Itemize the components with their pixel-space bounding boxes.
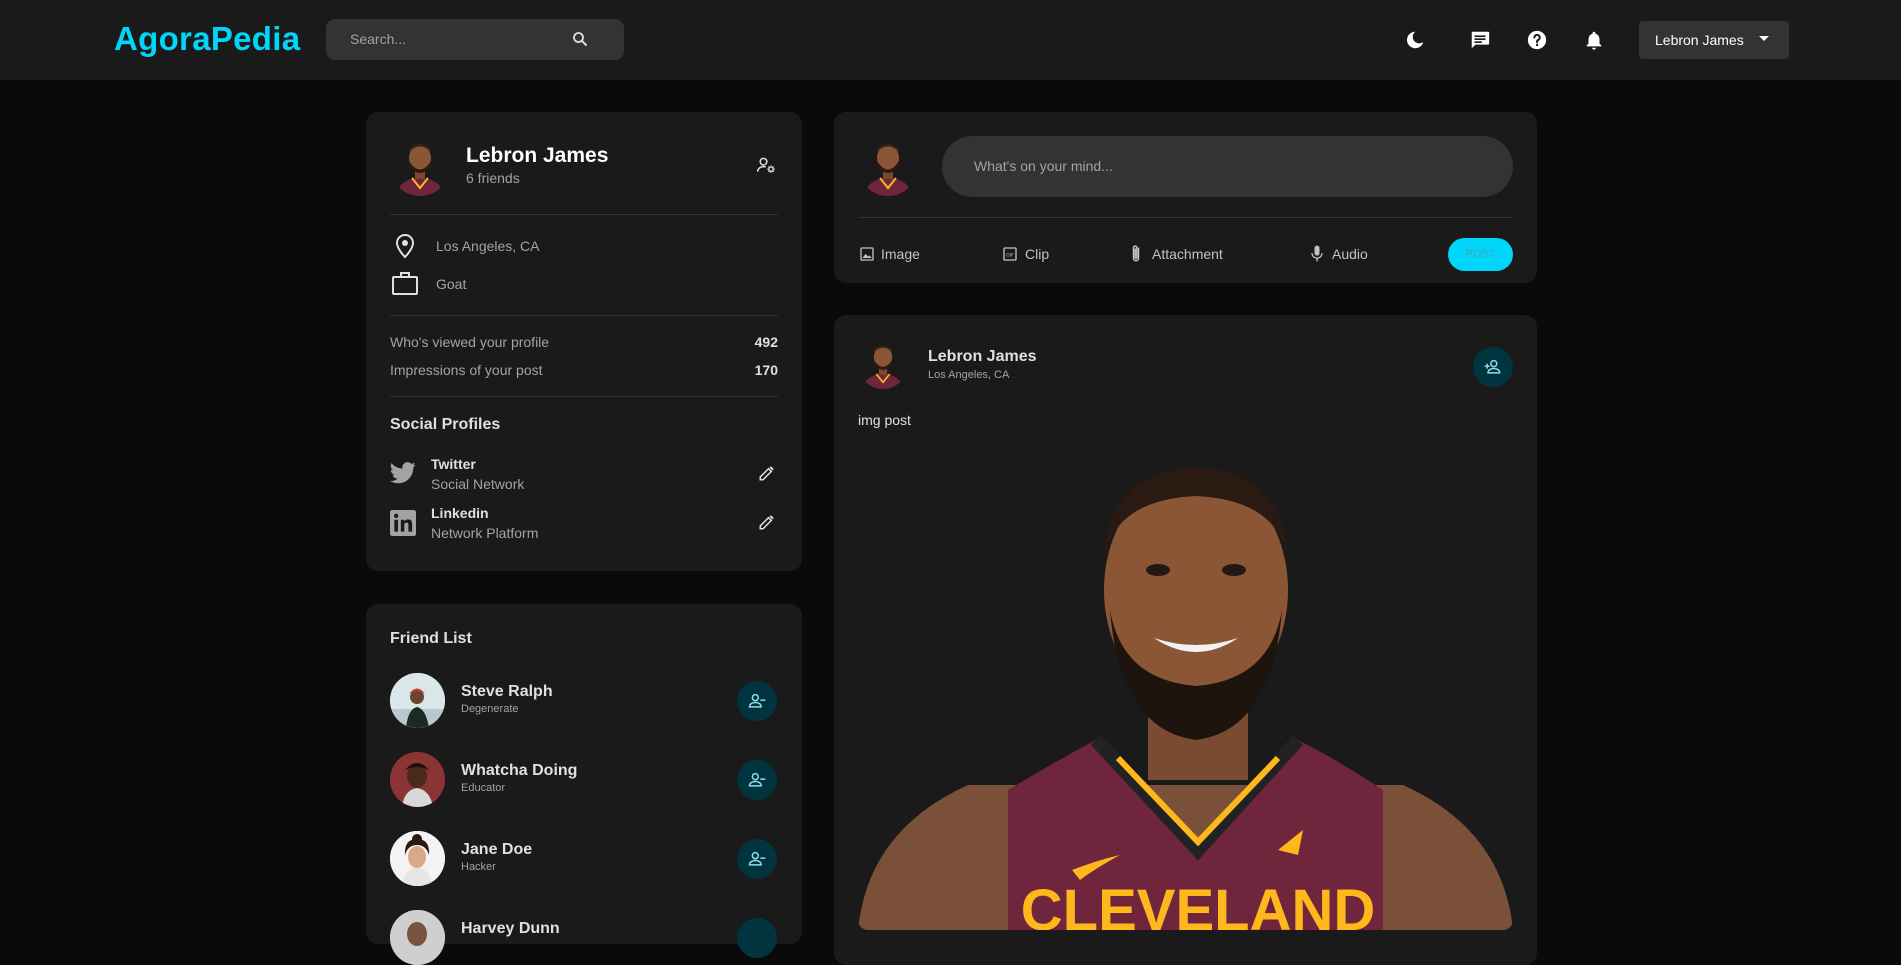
clip-option[interactable]: Clip: [1025, 246, 1049, 262]
profile-avatar[interactable]: [390, 136, 450, 196]
remove-friend-button[interactable]: [737, 681, 777, 721]
person-remove-icon: [748, 851, 766, 866]
impressions-value: 170: [754, 362, 778, 378]
friend-avatar[interactable]: [390, 910, 445, 965]
image-icon[interactable]: [859, 246, 875, 262]
divider: [390, 315, 778, 316]
post-button[interactable]: POST: [1448, 238, 1513, 271]
message-icon[interactable]: [1469, 29, 1491, 51]
attachment-icon[interactable]: [1129, 244, 1143, 264]
social-name-linkedin[interactable]: Linkedin: [431, 505, 489, 521]
friend-avatar[interactable]: [390, 673, 445, 728]
image-option[interactable]: Image: [881, 246, 920, 262]
friend-list-card: Friend List Steve Ralph Degenerate Whatc…: [366, 604, 802, 965]
post-text: img post: [858, 412, 911, 428]
remove-friend-button[interactable]: [737, 760, 777, 800]
friend-role: Degenerate: [461, 703, 519, 715]
divider: [390, 396, 778, 397]
briefcase-icon: [392, 272, 418, 295]
impressions-label: Impressions of your post: [390, 362, 543, 378]
divider: [390, 214, 778, 215]
profile-views-label: Who's viewed your profile: [390, 334, 550, 350]
location-icon: [395, 233, 415, 259]
profile-friend-count: 6 friends: [466, 170, 520, 186]
profile-location: Los Angeles, CA: [436, 238, 540, 254]
friend-avatar[interactable]: [390, 752, 445, 807]
post-button-label: POST: [1465, 248, 1496, 260]
remove-friend-button[interactable]: [737, 839, 777, 879]
person-remove-icon: [748, 693, 766, 708]
audio-option[interactable]: Audio: [1332, 246, 1368, 262]
caret-down-icon: [1759, 36, 1769, 41]
divider: [858, 217, 1513, 218]
brand-logo[interactable]: AgoraPedia: [114, 20, 300, 58]
search-bar[interactable]: Search...: [326, 19, 624, 60]
moon-icon[interactable]: [1404, 29, 1426, 51]
twitter-icon: [390, 462, 416, 484]
person-remove-icon: [748, 772, 766, 787]
profile-name[interactable]: Lebron James: [466, 144, 608, 168]
profile-views-value: 492: [754, 334, 778, 350]
add-friend-button[interactable]: [1473, 347, 1513, 387]
edit-icon[interactable]: [758, 464, 776, 482]
jersey-lettering: CLEVELAND: [1021, 878, 1375, 930]
friend-name[interactable]: Jane Doe: [461, 841, 532, 859]
help-icon[interactable]: [1526, 29, 1548, 51]
social-name-twitter[interactable]: Twitter: [431, 456, 476, 472]
edit-icon[interactable]: [758, 513, 776, 531]
svg-text:GIF: GIF: [1006, 253, 1014, 259]
profile-card: Lebron James 6 friends Los Angeles, CA G…: [366, 112, 802, 571]
post-author-avatar[interactable]: [858, 339, 908, 389]
person-add-icon: [1484, 359, 1501, 374]
user-menu-select[interactable]: Lebron James: [1639, 21, 1789, 59]
manage-account-icon[interactable]: [756, 155, 776, 175]
friend-name[interactable]: Steve Ralph: [461, 683, 553, 701]
social-sub-linkedin: Network Platform: [431, 525, 539, 541]
attachment-option[interactable]: Attachment: [1152, 246, 1223, 262]
top-navbar: AgoraPedia Search... Lebron James: [0, 0, 1901, 80]
microphone-icon[interactable]: [1310, 244, 1324, 264]
gif-clip-icon[interactable]: GIF: [1002, 246, 1018, 262]
search-icon[interactable]: [571, 30, 589, 48]
post-image[interactable]: CLEVELAND: [858, 440, 1513, 930]
friend-name[interactable]: Harvey Dunn: [461, 920, 560, 938]
post-input-placeholder: What's on your mind...: [974, 158, 1113, 174]
post-composer-card: What's on your mind... Image GIF Clip At…: [834, 112, 1537, 283]
profile-occupation: Goat: [436, 276, 467, 292]
post-card: Lebron James Los Angeles, CA img post CL…: [834, 315, 1537, 965]
friend-list-heading: Friend List: [390, 630, 472, 647]
post-input[interactable]: What's on your mind...: [942, 136, 1513, 197]
search-input[interactable]: Search...: [350, 31, 406, 47]
linkedin-icon: [390, 510, 416, 536]
social-profiles-heading: Social Profiles: [390, 416, 501, 433]
friend-avatar[interactable]: [390, 831, 445, 886]
friend-name[interactable]: Whatcha Doing: [461, 762, 577, 780]
friend-role: Hacker: [461, 861, 496, 873]
friend-role: Educator: [461, 782, 506, 794]
post-author-location: Los Angeles, CA: [928, 369, 1010, 381]
social-sub-twitter: Social Network: [431, 476, 525, 492]
bell-icon[interactable]: [1583, 29, 1605, 51]
composer-avatar: [858, 136, 918, 196]
remove-friend-button[interactable]: [737, 918, 777, 958]
post-author-name[interactable]: Lebron James: [928, 348, 1036, 366]
user-menu-label: Lebron James: [1655, 32, 1744, 48]
